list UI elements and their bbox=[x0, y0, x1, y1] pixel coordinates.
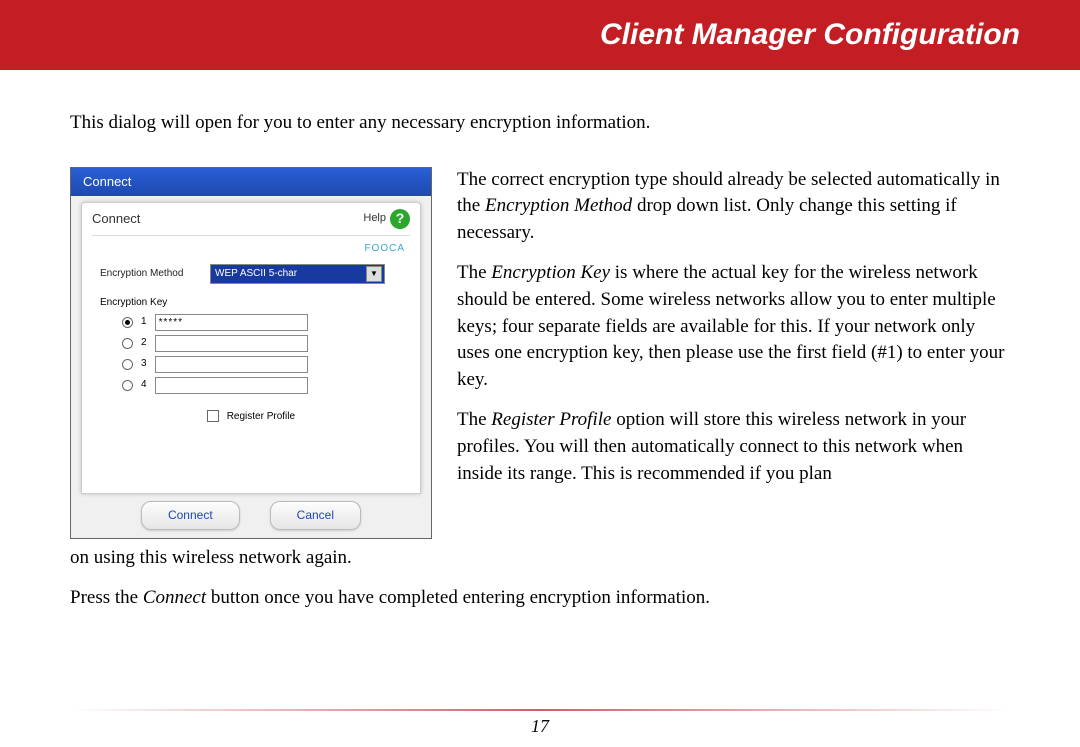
encryption-method-label: Encryption Method bbox=[100, 267, 210, 281]
encryption-method-select[interactable]: WEP ASCII 5-char bbox=[210, 264, 385, 284]
help-label: Help bbox=[363, 211, 386, 226]
encryption-key-rows: 1 ***** 2 3 4 bbox=[82, 314, 420, 394]
intro-paragraph: This dialog will open for you to enter a… bbox=[70, 110, 1010, 137]
em-encryption-key: Encryption Key bbox=[491, 262, 610, 283]
key-input-3[interactable] bbox=[155, 356, 308, 373]
connect-dialog: Connect Connect Help ? FOOCA Encryption … bbox=[70, 167, 432, 539]
footer-rule bbox=[70, 709, 1010, 711]
paragraph-3: The Register Profile option will store t… bbox=[457, 407, 1010, 487]
paragraph-1: The correct encryption type should alrea… bbox=[457, 167, 1010, 247]
encryption-key-label: Encryption Key bbox=[82, 286, 420, 314]
key-num-1: 1 bbox=[141, 315, 147, 329]
page-number: 17 bbox=[0, 716, 1080, 737]
register-profile-label: Register Profile bbox=[227, 411, 295, 422]
key-row-1: 1 ***** bbox=[122, 314, 402, 331]
divider bbox=[92, 235, 410, 236]
panel-title: Connect bbox=[92, 210, 140, 228]
encryption-method-value: WEP ASCII 5-char bbox=[215, 267, 297, 281]
dialog-panel: Connect Help ? FOOCA Encryption Method W… bbox=[81, 202, 421, 494]
paragraph-3-cont: on using this wireless network again. bbox=[70, 545, 1010, 572]
connect-button[interactable]: Connect bbox=[141, 501, 240, 530]
help-icon: ? bbox=[390, 209, 410, 229]
key-input-1[interactable]: ***** bbox=[155, 314, 308, 331]
cancel-button[interactable]: Cancel bbox=[270, 501, 361, 530]
page-header: Client Manager Configuration bbox=[0, 0, 1080, 70]
key-radio-4[interactable] bbox=[122, 380, 133, 391]
help-link[interactable]: Help ? bbox=[363, 209, 410, 229]
key-num-3: 3 bbox=[141, 357, 147, 371]
key-input-4[interactable] bbox=[155, 377, 308, 394]
key-num-2: 2 bbox=[141, 336, 147, 350]
key-radio-3[interactable] bbox=[122, 359, 133, 370]
network-name: FOOCA bbox=[82, 240, 420, 262]
key-input-2[interactable] bbox=[155, 335, 308, 352]
key-radio-1[interactable] bbox=[122, 317, 133, 328]
dialog-titlebar: Connect bbox=[71, 168, 431, 196]
key-row-2: 2 bbox=[122, 335, 402, 352]
em-register-profile: Register Profile bbox=[491, 409, 611, 430]
key-row-4: 4 bbox=[122, 377, 402, 394]
em-connect: Connect bbox=[143, 587, 206, 608]
page-header-title: Client Manager Configuration bbox=[600, 18, 1020, 52]
register-profile-checkbox[interactable] bbox=[207, 410, 219, 422]
key-radio-2[interactable] bbox=[122, 338, 133, 349]
key-num-4: 4 bbox=[141, 378, 147, 392]
paragraph-2: The Encryption Key is where the actual k… bbox=[457, 260, 1010, 393]
key-row-3: 3 bbox=[122, 356, 402, 373]
em-encryption-method: Encryption Method bbox=[485, 195, 632, 216]
register-profile-row: Register Profile bbox=[82, 398, 420, 424]
paragraph-4: Press the Connect button once you have c… bbox=[70, 585, 1010, 612]
page-content: This dialog will open for you to enter a… bbox=[0, 70, 1080, 612]
